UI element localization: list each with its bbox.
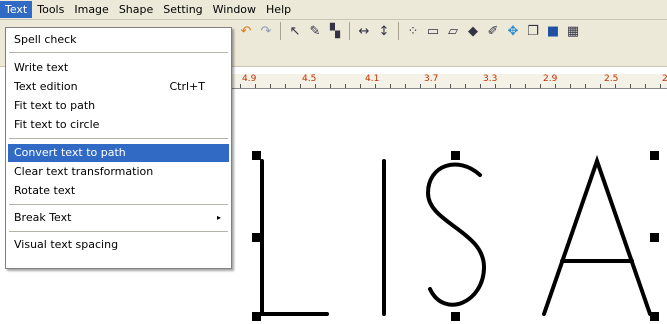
menu-item-text-edition[interactable]: Text edition Ctrl+T (8, 78, 229, 96)
toolbar-icons: ↶ ↷ ↖ ✎ ▚ ↔ ↕ ⁘ ▭ ▱ ◆ ✐ ✥ ❐ ■ ▦ (238, 20, 581, 42)
selection-handle[interactable] (252, 233, 261, 242)
grid-icon[interactable]: ▦ (565, 23, 581, 39)
color-picker-icon[interactable]: ✐ (485, 23, 501, 39)
menu-item-clear-text-transformation[interactable]: Clear text transformation (8, 163, 229, 181)
ruler-label: 2.5 (604, 74, 619, 84)
menu-item-fit-text-to-path[interactable]: Fit text to path (8, 97, 229, 115)
selection-handle[interactable] (252, 312, 261, 321)
menu-item-break-text[interactable]: Break Text ▸ (8, 209, 229, 227)
ruler-label: 4.1 (365, 74, 380, 84)
ruler-label: 3.7 (424, 74, 439, 84)
move-icon[interactable]: ✥ (505, 23, 521, 39)
toolbar-separator (349, 22, 350, 40)
ruler-label: 3.3 (483, 74, 498, 84)
toolbar-separator (280, 22, 281, 40)
ruler-label: 4.5 (302, 74, 317, 84)
menu-separator (9, 52, 228, 53)
menu-item-label: Write text (14, 61, 69, 74)
menu-item-label: Rotate text (14, 184, 76, 197)
menu-item-convert-text-to-path[interactable]: Convert text to path (8, 144, 229, 162)
menu-text[interactable]: Text (0, 1, 33, 18)
fill-icon[interactable]: ◆ (465, 23, 481, 39)
menu-item-label: Text edition (14, 80, 78, 93)
drawing-canvas[interactable] (232, 89, 667, 321)
menu-item-visual-text-spacing[interactable]: Visual text spacing (8, 236, 229, 254)
redo-icon[interactable]: ↷ (258, 23, 274, 39)
node-edit-icon[interactable]: ✎ (307, 23, 323, 39)
menu-item-rotate-text[interactable]: Rotate text (8, 182, 229, 200)
menu-item-label: Fit text to path (14, 99, 96, 112)
pointer-icon[interactable]: ↖ (287, 23, 303, 39)
text-path-lisa[interactable] (232, 89, 667, 321)
selection-handle[interactable] (650, 312, 659, 321)
submenu-arrow-icon: ▸ (216, 213, 221, 222)
text-menu-dropdown: Spell check Write text Text edition Ctrl… (5, 27, 232, 269)
copy-icon[interactable]: ❐ (525, 23, 541, 39)
menu-shape[interactable]: Shape (114, 1, 158, 18)
selection-handle[interactable] (650, 233, 659, 242)
menu-item-label: Fit text to circle (14, 118, 100, 131)
selection-handle[interactable] (252, 151, 261, 160)
ruler-label: 2.9 (543, 74, 558, 84)
ruler-label: 4.9 (242, 74, 257, 84)
menu-item-spell-check[interactable]: Spell check (8, 31, 229, 49)
menu-setting[interactable]: Setting (158, 1, 207, 18)
menu-item-write-text[interactable]: Write text (8, 59, 229, 77)
eraser-icon[interactable]: ▱ (445, 23, 461, 39)
menu-window[interactable]: Window (208, 1, 261, 18)
menu-bar: Text Tools Image Shape Setting Window He… (0, 0, 667, 20)
undo-icon[interactable]: ↶ (238, 23, 254, 39)
layer-icon[interactable]: ■ (545, 23, 561, 39)
flip-horizontal-icon[interactable]: ↔ (356, 23, 372, 39)
toolbar-separator (398, 22, 399, 40)
menu-tools[interactable]: Tools (32, 1, 69, 18)
menu-item-label: Visual text spacing (14, 238, 119, 251)
horizontal-ruler: 4.9 4.5 4.1 3.7 3.3 2.9 2.5 2 (232, 74, 667, 89)
menu-separator (9, 138, 228, 139)
menu-item-label: Spell check (14, 33, 77, 46)
group-icon[interactable]: ⁘ (405, 23, 421, 39)
selection-handle[interactable] (650, 151, 659, 160)
menu-separator (9, 204, 228, 205)
flip-vertical-icon[interactable]: ↕ (376, 23, 392, 39)
menu-image[interactable]: Image (69, 1, 113, 18)
menu-help[interactable]: Help (261, 1, 296, 18)
menu-item-label: Convert text to path (14, 146, 126, 159)
menu-separator (9, 231, 228, 232)
menu-item-label: Break Text (14, 211, 72, 224)
menu-item-label: Clear text transformation (14, 165, 154, 178)
align-icon[interactable]: ▚ (327, 23, 343, 39)
menu-item-shortcut: Ctrl+T (169, 80, 205, 93)
ruler-label: 2 (662, 74, 667, 84)
selection-handle[interactable] (451, 151, 460, 160)
selection-handle[interactable] (451, 312, 460, 321)
menu-item-fit-text-to-circle[interactable]: Fit text to circle (8, 116, 229, 134)
rectangle-icon[interactable]: ▭ (425, 23, 441, 39)
